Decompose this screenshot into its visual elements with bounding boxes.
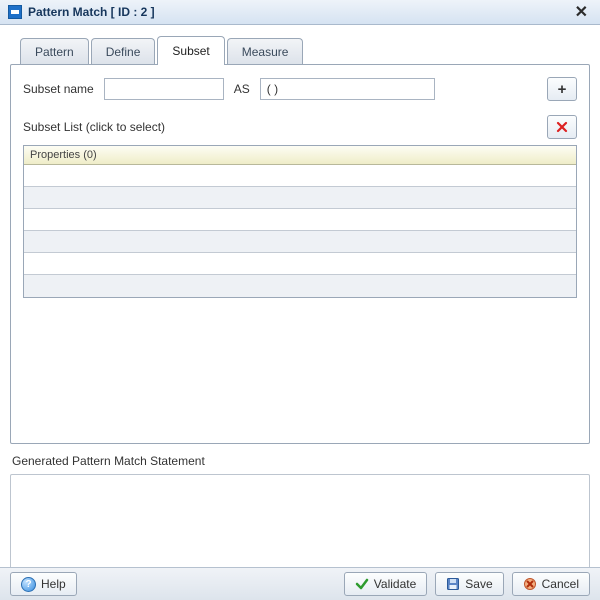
tab-panel: Subset name AS + Subset List (click to s… — [10, 64, 590, 444]
app-icon — [8, 5, 22, 19]
floppy-icon — [446, 577, 460, 591]
check-icon — [355, 577, 369, 591]
close-icon[interactable]: ✕ — [571, 2, 592, 22]
table-row[interactable] — [24, 209, 576, 231]
delete-x-icon — [556, 121, 568, 133]
help-label: Help — [41, 577, 66, 591]
tab-define[interactable]: Define — [91, 38, 156, 65]
cancel-icon — [523, 577, 537, 591]
subset-name-label: Subset name — [23, 82, 94, 96]
window-title: Pattern Match [ ID : 2 ] — [28, 5, 155, 19]
footer-bar: ? Help Validate Save Cancel — [0, 567, 600, 600]
tab-bar: Pattern Define Subset Measure — [20, 35, 590, 64]
properties-grid[interactable]: Properties (0) — [23, 145, 577, 298]
tab-pattern[interactable]: Pattern — [20, 38, 89, 65]
tab-measure[interactable]: Measure — [227, 38, 304, 65]
table-row[interactable] — [24, 187, 576, 209]
generated-statement-label: Generated Pattern Match Statement — [10, 454, 590, 468]
table-row[interactable] — [24, 165, 576, 187]
table-row[interactable] — [24, 275, 576, 297]
cancel-label: Cancel — [542, 577, 579, 591]
as-label: AS — [234, 82, 250, 96]
properties-header: Properties (0) — [24, 146, 576, 165]
help-button[interactable]: ? Help — [10, 572, 77, 596]
content-area: Pattern Define Subset Measure Subset nam… — [0, 25, 600, 567]
subset-list-header-row: Subset List (click to select) — [23, 115, 577, 139]
title-bar: Pattern Match [ ID : 2 ] ✕ — [0, 0, 600, 25]
save-label: Save — [465, 577, 492, 591]
save-button[interactable]: Save — [435, 572, 503, 596]
tab-subset[interactable]: Subset — [157, 36, 224, 65]
validate-button[interactable]: Validate — [344, 572, 427, 596]
validate-label: Validate — [374, 577, 416, 591]
subset-name-row: Subset name AS + — [23, 77, 577, 101]
subset-name-input[interactable] — [104, 78, 224, 100]
table-row[interactable] — [24, 231, 576, 253]
generated-statement-box — [10, 474, 590, 570]
cancel-button[interactable]: Cancel — [512, 572, 590, 596]
help-icon: ? — [21, 577, 36, 592]
add-button[interactable]: + — [547, 77, 577, 101]
delete-button[interactable] — [547, 115, 577, 139]
subset-list-label: Subset List (click to select) — [23, 120, 165, 134]
as-input[interactable] — [260, 78, 435, 100]
table-row[interactable] — [24, 253, 576, 275]
